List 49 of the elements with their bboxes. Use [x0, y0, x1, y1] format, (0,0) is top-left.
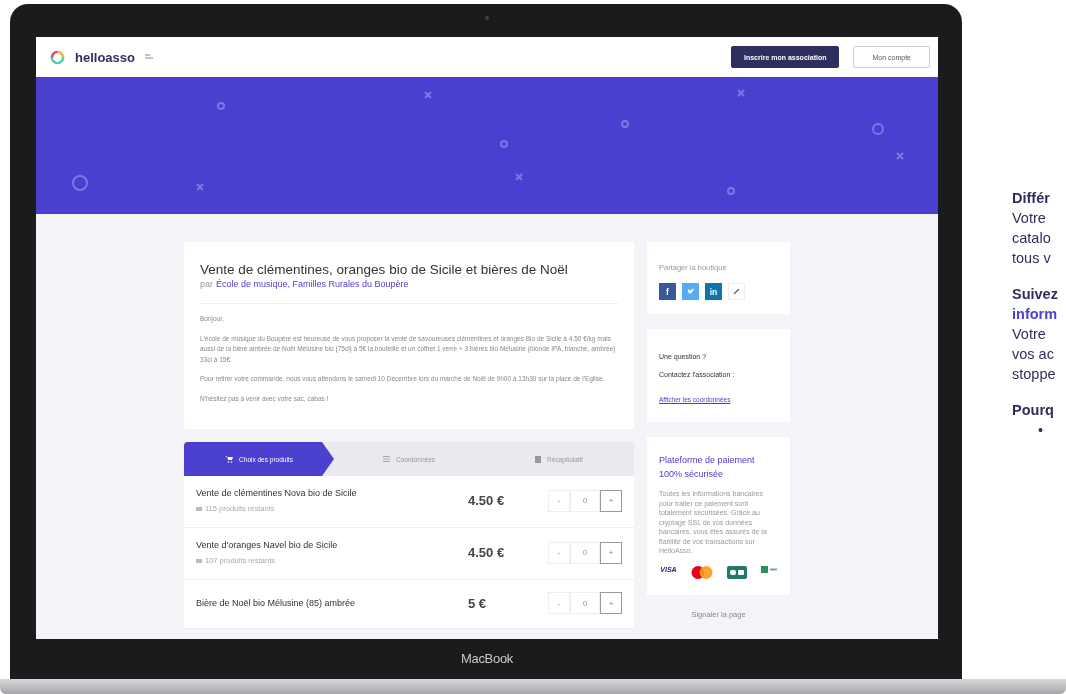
quantity-field[interactable]: 0	[570, 592, 600, 614]
campaign-title: Vente de clémentines, oranges bio de Sicile et bières de Noël	[200, 262, 569, 277]
increase-button[interactable]: +	[600, 541, 622, 564]
section-heading: Suivez	[1012, 285, 1058, 304]
logo-ring-icon	[50, 49, 65, 65]
quantity-field[interactable]: 0	[570, 489, 600, 512]
card-logo	[726, 565, 747, 579]
copy-link-button[interactable]	[728, 283, 745, 300]
quantity-field[interactable]: 0	[570, 541, 600, 564]
facebook-share-button[interactable]: f	[659, 283, 676, 300]
twitter-share-button[interactable]	[682, 283, 699, 300]
mastercard-logo	[690, 565, 713, 579]
body-text: inform	[1012, 305, 1058, 324]
brand-name: helloasso	[75, 49, 135, 65]
product-price: 4.50 €	[468, 545, 506, 560]
document-icon	[535, 455, 542, 463]
decrease-button[interactable]: -	[548, 489, 570, 512]
increase-button[interactable]: +	[600, 489, 622, 512]
body-text: catalo	[1012, 229, 1052, 248]
section-heading: Pourq	[1012, 401, 1055, 420]
body-text: Votre	[1012, 209, 1047, 228]
product-name: Bière de Noël bio Mélusine (85) ambrée	[196, 598, 357, 608]
box-icon	[196, 558, 202, 563]
by-label: par	[200, 279, 213, 289]
bullet: •	[1037, 421, 1045, 440]
body-text: tous v	[1012, 249, 1052, 268]
section-heading: Différ	[1012, 189, 1051, 208]
product-name: Vente de clémentines Nova bio de Sicile	[196, 488, 358, 498]
list-icon	[383, 456, 390, 462]
link-icon	[733, 288, 740, 295]
product-price: 5 €	[468, 595, 488, 611]
body-text: stoppe	[1012, 365, 1057, 384]
cart-icon	[225, 455, 234, 463]
laptop-label: MacBook	[460, 651, 514, 666]
box-icon	[196, 506, 202, 511]
body-text: Votre	[1012, 325, 1047, 344]
product-name: Vente d'oranges Navel bio de Sicile	[196, 540, 339, 550]
camera-icon	[485, 16, 489, 20]
organizer-link[interactable]: École de musique, Familles Rurales du Boupère	[216, 279, 409, 289]
payment-logo	[760, 565, 777, 573]
language-icon[interactable]	[144, 54, 153, 60]
decrease-button[interactable]: -	[548, 541, 570, 564]
decrease-button[interactable]: -	[548, 592, 570, 614]
bird-icon	[686, 288, 695, 295]
linkedin-share-button[interactable]: in	[705, 283, 722, 300]
security-title: Plateforme de paiement 100% sécurisée	[659, 454, 756, 481]
increase-button[interactable]: +	[600, 592, 622, 614]
product-price: 4.50 €	[468, 493, 506, 508]
body-text: vos ac	[1012, 345, 1055, 364]
